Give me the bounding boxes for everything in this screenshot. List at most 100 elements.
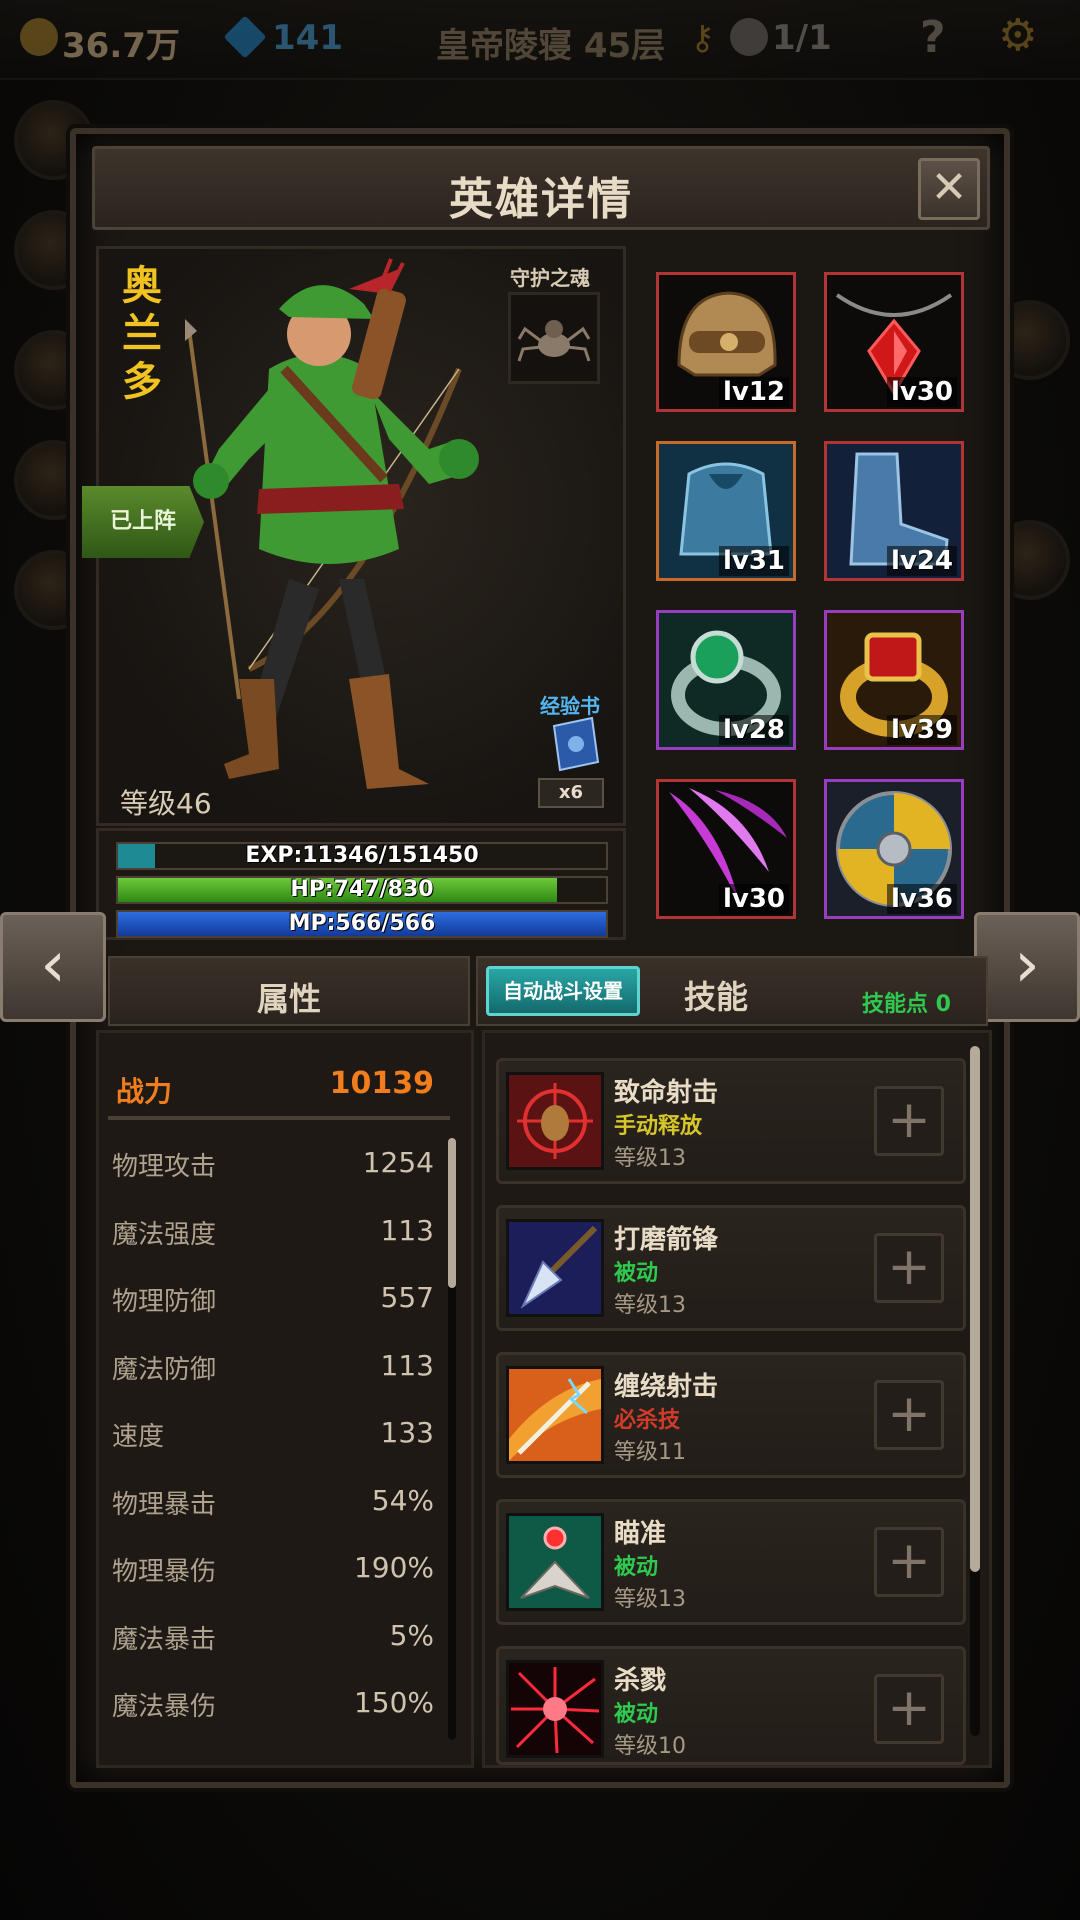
settings-gear-icon[interactable]: ⚙ xyxy=(998,10,1037,61)
upgrade-skill-button[interactable]: + xyxy=(874,1086,944,1156)
auto-battle-settings-button[interactable]: 自动战斗设置 xyxy=(486,966,640,1016)
combat-power-label: 战力 xyxy=(116,1075,173,1108)
equip-level: lv24 xyxy=(886,546,957,576)
skill-name: 打磨箭锋 xyxy=(614,1225,719,1255)
stat-value: 1254 xyxy=(362,1146,434,1179)
equip-slot-claw[interactable]: lv30 xyxy=(656,779,796,919)
stat-row: 物理防御 557 xyxy=(112,1281,434,1321)
lightning-arrow-icon xyxy=(506,1366,604,1464)
skull-count: 1/1 xyxy=(772,18,832,58)
arrowhead-icon-art xyxy=(509,1222,601,1314)
crosshair-icon xyxy=(506,1072,604,1170)
stat-row: 物理暴击 54% xyxy=(112,1484,434,1524)
skill-level: 等级13 xyxy=(614,1587,686,1612)
stat-name: 物理防御 xyxy=(112,1287,217,1317)
aim-icon xyxy=(506,1513,604,1611)
panel-header: 英雄详情 xyxy=(92,146,990,230)
burst-icon-art xyxy=(509,1663,601,1755)
equip-slot-boots[interactable]: lv24 xyxy=(824,441,964,581)
skill-level: 等级11 xyxy=(614,1440,686,1465)
stat-value: 54% xyxy=(371,1483,434,1517)
skill-level: 等级13 xyxy=(614,1293,686,1318)
stat-name: 魔法强度 xyxy=(112,1219,217,1250)
spider-icon xyxy=(517,320,591,362)
book-icon xyxy=(552,716,600,772)
mp-bar: MP:566/566 xyxy=(116,910,608,938)
stat-value: 133 xyxy=(380,1416,434,1449)
stat-row: 速度 133 xyxy=(112,1416,434,1456)
skill-points: 技能点 0 xyxy=(862,992,951,1017)
skull-icon xyxy=(730,18,768,56)
equip-level: lv28 xyxy=(718,715,789,745)
exp-book-count: x6 xyxy=(538,778,604,808)
skill-type: 被动 xyxy=(614,1555,659,1580)
equip-level: lv12 xyxy=(718,377,789,407)
skill-name: 瞄准 xyxy=(614,1519,667,1549)
upgrade-skill-button[interactable]: + xyxy=(874,1674,944,1744)
upgrade-skill-button[interactable]: + xyxy=(874,1527,944,1597)
aim-icon-art xyxy=(509,1516,601,1608)
upgrade-skill-button[interactable]: + xyxy=(874,1233,944,1303)
hp-bar: HP:747/830 xyxy=(116,876,608,904)
equip-slot-armor[interactable]: lv31 xyxy=(656,441,796,581)
gem-amount: 141 xyxy=(272,18,343,58)
equip-slot-ring2[interactable]: lv39 xyxy=(824,610,964,750)
stat-value: 113 xyxy=(380,1348,434,1382)
combat-power-value: 10139 xyxy=(329,1066,434,1101)
skill-type: 必杀技 xyxy=(614,1408,681,1433)
equip-slot-amulet[interactable]: lv30 xyxy=(824,272,964,412)
equip-level: lv31 xyxy=(718,546,789,576)
stat-name: 魔法暴伤 xyxy=(112,1692,217,1722)
arrowhead-icon xyxy=(506,1219,604,1317)
stat-name: 速度 xyxy=(112,1422,165,1452)
crosshair-icon-art xyxy=(509,1075,601,1167)
stats-scrollbar-thumb[interactable] xyxy=(448,1138,456,1288)
stat-row: 魔法强度 113 xyxy=(112,1214,434,1254)
equip-slot-ring[interactable]: lv28 xyxy=(656,610,796,750)
skill-name: 缠绕射击 xyxy=(614,1372,719,1402)
stat-name: 魔法暴击 xyxy=(112,1624,217,1655)
stat-row: 魔法暴伤 150% xyxy=(112,1686,434,1726)
help-button[interactable]: ? xyxy=(920,12,946,63)
stat-row: 魔法暴击 5% xyxy=(112,1619,434,1659)
burst-icon xyxy=(506,1660,604,1758)
equip-level: lv30 xyxy=(886,377,957,407)
next-hero-button[interactable]: › xyxy=(974,912,1080,1022)
close-button[interactable]: ✕ xyxy=(918,158,980,220)
stats-header: 属性 xyxy=(108,956,470,1026)
equip-slot-helmet[interactable]: lv12 xyxy=(656,272,796,412)
equip-level: lv39 xyxy=(886,715,957,745)
hero-name: 奥兰多 xyxy=(122,263,162,405)
stat-name: 物理攻击 xyxy=(112,1152,217,1182)
power-divider xyxy=(108,1116,450,1120)
upgrade-skill-button[interactable]: + xyxy=(874,1380,944,1450)
skills-scrollbar-thumb[interactable] xyxy=(970,1046,980,1572)
stat-row: 物理暴伤 190% xyxy=(112,1551,434,1591)
guardian-soul-slot[interactable] xyxy=(508,292,600,384)
mp-text: MP:566/566 xyxy=(288,911,436,936)
panel-title: 英雄详情 xyxy=(449,174,633,225)
exp-text: EXP:11346/151450 xyxy=(245,843,479,868)
stat-value: 5% xyxy=(389,1618,434,1652)
stat-row: 魔法防御 113 xyxy=(112,1349,434,1389)
equip-level: lv30 xyxy=(718,884,789,914)
stat-value: 557 xyxy=(380,1281,434,1314)
skill-type: 被动 xyxy=(614,1261,659,1286)
deployed-tag: 已上阵 xyxy=(82,486,204,558)
skills-tab[interactable]: 技能 xyxy=(684,972,748,1018)
lightning-arrow-icon-art xyxy=(509,1369,601,1461)
stat-row: 物理攻击 1254 xyxy=(112,1146,434,1186)
equip-slot-shield[interactable]: lv36 xyxy=(824,779,964,919)
location-title: 皇帝陵寝 45层 xyxy=(436,26,666,66)
exp-book-button[interactable] xyxy=(540,714,610,774)
skill-type: 手动释放 xyxy=(614,1114,703,1139)
gold-amount: 36.7万 xyxy=(62,26,180,66)
skill-name: 致命射击 xyxy=(614,1078,719,1108)
stat-value: 150% xyxy=(353,1686,434,1719)
stat-name: 魔法防御 xyxy=(112,1354,217,1385)
stat-value: 190% xyxy=(353,1551,434,1584)
previous-hero-button[interactable]: ‹ xyxy=(0,912,106,1022)
stat-value: 113 xyxy=(380,1213,434,1247)
key-icon: ⚷ xyxy=(690,18,715,58)
stats-title: 属性 xyxy=(256,980,321,1018)
